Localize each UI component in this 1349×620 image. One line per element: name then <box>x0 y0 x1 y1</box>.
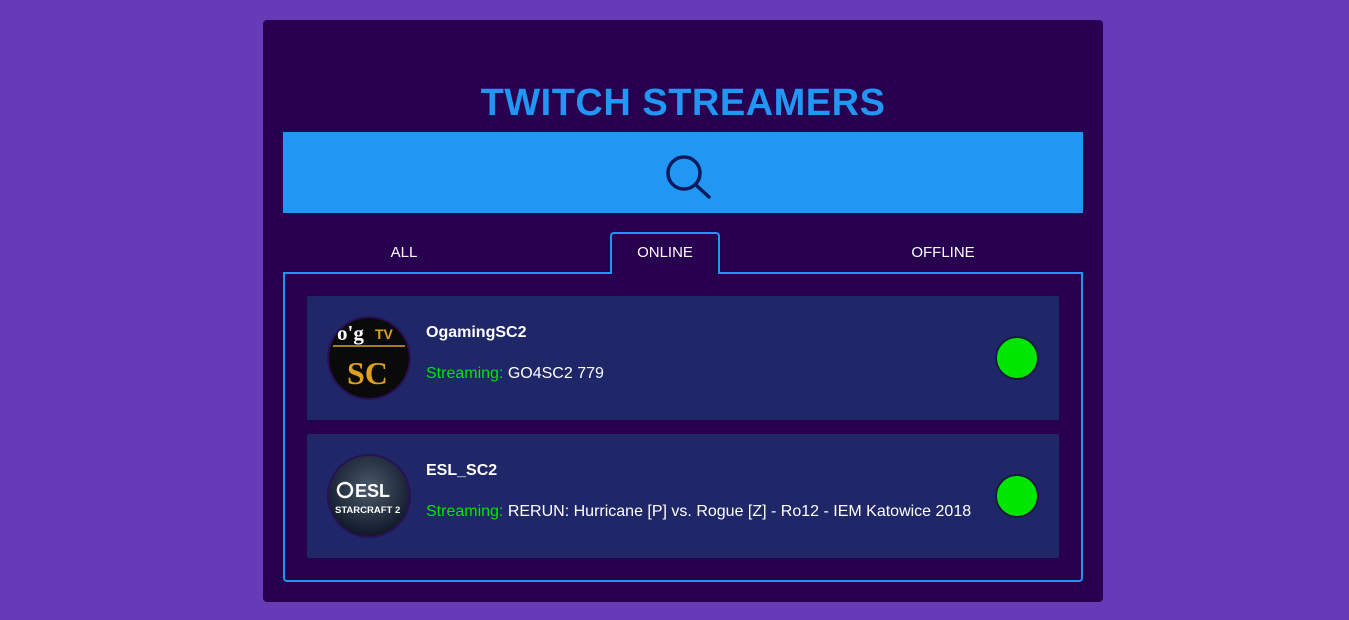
svg-text:ESL: ESL <box>355 481 390 501</box>
streamer-list: o'g TV SC OgamingSC2 Streaming: GO4SC2 7… <box>283 272 1083 582</box>
streamers-app: TWITCH STREAMERS ALL ONLINE OFFLINE o'g … <box>263 20 1103 602</box>
stream-status: Streaming: RERUN: Hurricane [P] vs. Rogu… <box>426 503 971 521</box>
stream-title: RERUN: Hurricane [P] vs. Rogue [Z] - Ro1… <box>507 503 972 520</box>
tab-offline[interactable]: OFFLINE <box>888 232 998 273</box>
tab-all[interactable]: ALL <box>349 232 459 273</box>
online-indicator <box>995 474 1039 518</box>
search-button[interactable] <box>283 132 1083 213</box>
streamer-name[interactable]: OgamingSC2 <box>426 324 526 342</box>
avatar: o'g TV SC <box>327 316 411 400</box>
status-label: Streaming: <box>426 365 504 382</box>
streamer-card[interactable]: o'g TV SC OgamingSC2 Streaming: GO4SC2 7… <box>307 296 1059 420</box>
avatar: ESL STARCRAFT 2 <box>327 454 411 538</box>
svg-text:STARCRAFT 2: STARCRAFT 2 <box>335 505 400 516</box>
streamer-card[interactable]: ESL STARCRAFT 2 ESL_SC2 Streaming: RERUN… <box>307 434 1059 558</box>
search-icon <box>666 155 711 199</box>
esl-logo: ESL STARCRAFT 2 <box>329 456 409 536</box>
stream-title: GO4SC2 779 <box>507 365 604 382</box>
online-indicator <box>995 336 1039 380</box>
tab-online[interactable]: ONLINE <box>610 232 720 274</box>
svg-text:TV: TV <box>375 326 394 342</box>
page-title: TWITCH STREAMERS <box>480 82 886 124</box>
status-label: Streaming: <box>426 503 504 520</box>
svg-text:o'g: o'g <box>337 321 364 345</box>
streamer-name[interactable]: ESL_SC2 <box>426 462 497 480</box>
ogaming-logo: o'g TV SC <box>329 318 409 398</box>
filter-tabs: ALL ONLINE OFFLINE <box>283 232 1083 274</box>
stream-status: Streaming: GO4SC2 779 <box>426 365 604 383</box>
svg-text:SC: SC <box>347 355 388 391</box>
